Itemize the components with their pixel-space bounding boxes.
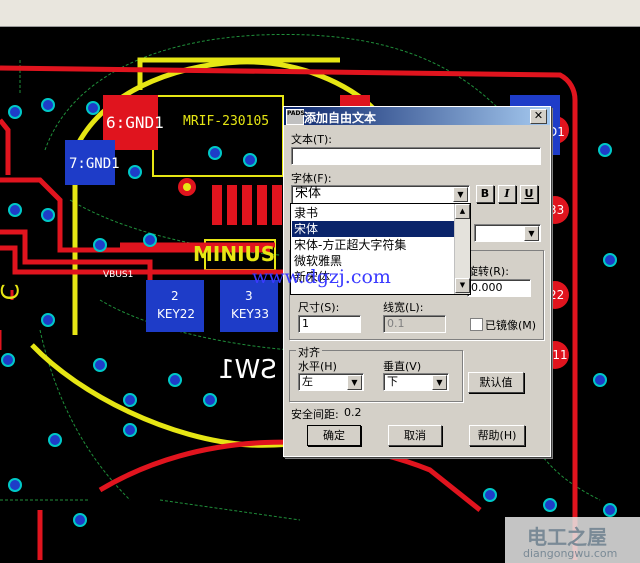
pcb-label-key2-num: 2 [171, 289, 179, 303]
pcb-label-c: C [0, 284, 24, 301]
font-option[interactable]: 宋体-方正超大字符集 [292, 237, 454, 253]
cancel-button[interactable]: 取消 [388, 425, 442, 446]
pcb-label-key22: KEY22 [157, 307, 196, 321]
watermark-url: www.dgzj.com [252, 266, 391, 288]
size-input[interactable]: 1 [298, 315, 361, 333]
pcb-label-vbus: VBUS1 [103, 270, 134, 280]
pcb-label-22: 22 [549, 288, 565, 302]
pcb-label-key33: KEY33 [231, 307, 270, 321]
linewidth-label: 线宽(L): [383, 301, 424, 314]
font-select-value: 宋体 [295, 186, 322, 201]
window-top-strip [0, 0, 640, 27]
vertical-label: 垂直(V) [383, 360, 422, 373]
help-button[interactable]: 帮助(H) [469, 425, 525, 446]
close-icon[interactable]: ✕ [530, 109, 547, 124]
font-option[interactable]: 隶书 [292, 205, 454, 221]
watermark-box: 电工之屋 diangongwu.com [505, 517, 640, 563]
font-option-selected[interactable]: 宋体 [292, 221, 454, 237]
pcb-label-minius: MINIUS [193, 242, 276, 266]
rotate-label: 旋转(R): [467, 265, 509, 278]
linewidth-input[interactable]: 0.1 [383, 315, 446, 333]
text-input[interactable] [291, 147, 541, 165]
text-label: 文本(T): [291, 133, 333, 146]
ok-button[interactable]: 确定 [307, 425, 361, 446]
pcb-label-33: 33 [549, 203, 565, 217]
italic-button[interactable]: I [498, 185, 516, 203]
pcb-label-gnd6: 6:GND1 [106, 113, 164, 132]
scroll-up-icon[interactable]: ▲ [455, 204, 470, 219]
chevron-down-icon[interactable]: ▼ [453, 187, 468, 202]
watermark-domain: diangongwu.com [523, 547, 618, 560]
chevron-down-icon[interactable]: ▼ [432, 375, 447, 390]
underline-button[interactable]: U [520, 185, 538, 203]
mirror-label: 已镜像(M) [485, 319, 537, 332]
size-label: 尺寸(S): [298, 301, 340, 314]
horizontal-label: 水平(H) [298, 360, 337, 373]
mirror-checkbox[interactable] [470, 318, 483, 331]
rotate-input[interactable]: 0.000 [467, 279, 531, 297]
scroll-down-icon[interactable]: ▼ [455, 278, 470, 293]
dialog-title: 添加自由文本 [304, 111, 377, 125]
dialog-titlebar[interactable]: PADS 添加自由文本 ✕ [284, 107, 550, 125]
pcb-label-key3-num: 3 [245, 289, 253, 303]
chevron-down-icon[interactable]: ▼ [524, 226, 539, 241]
vertical-select-value: 下 [387, 375, 398, 388]
safety-label: 安全间距: [291, 408, 339, 421]
dropdown-scrollbar[interactable]: ▲ ▼ [454, 204, 470, 294]
pads-logo-icon: PADS [286, 109, 305, 125]
default-button[interactable]: 默认值 [468, 372, 524, 393]
watermark-brand: 电工之屋 [527, 525, 607, 549]
pcb-label-gnd7: 7:GND1 [69, 156, 120, 172]
chevron-down-icon[interactable]: ▼ [347, 375, 362, 390]
bold-button[interactable]: B [476, 185, 494, 203]
font-select[interactable]: 宋体 [291, 185, 470, 204]
font-label: 字体(F): [291, 172, 332, 185]
horizontal-select-value: 左 [302, 375, 313, 388]
pcb-label-sw1: SW1 [218, 355, 277, 385]
safety-value: 0.2 [344, 406, 362, 419]
pcb-label-mrif: MRIF-230105 [183, 114, 270, 129]
pad-key22 [146, 280, 204, 332]
